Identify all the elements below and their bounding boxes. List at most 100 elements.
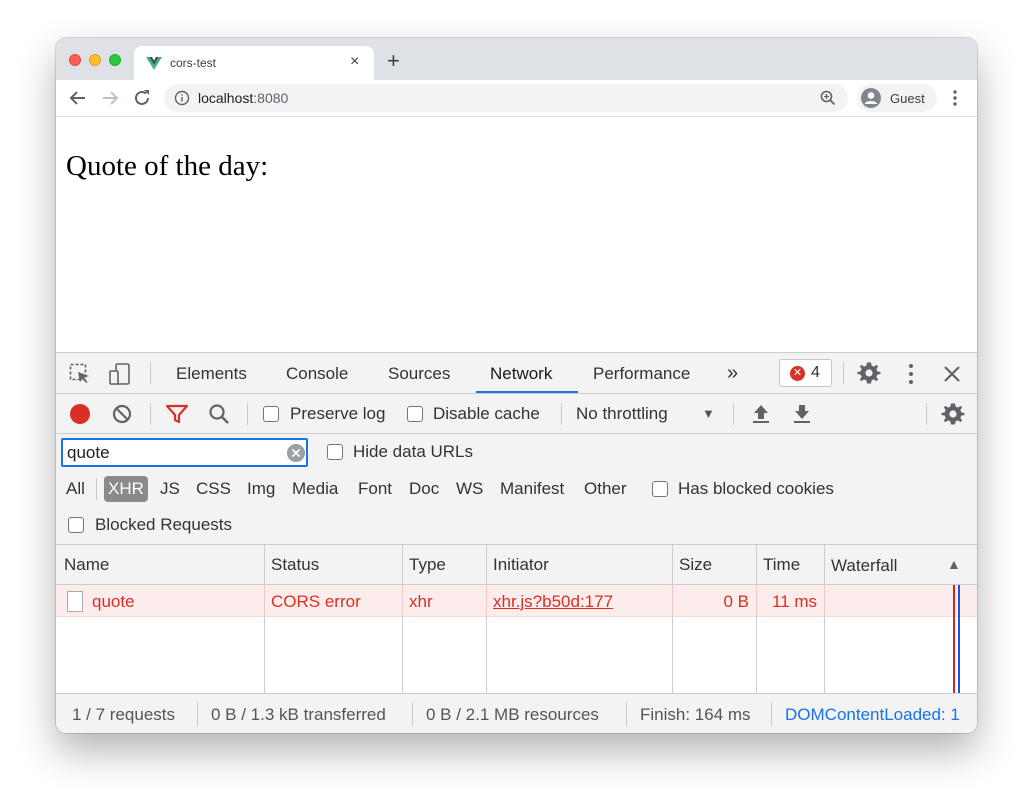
blocked-requests-label: Blocked Requests: [95, 515, 233, 534]
has-blocked-cookies-label: Has blocked cookies: [678, 479, 834, 498]
row-time: 11 ms: [771, 592, 817, 611]
hide-data-urls-label: Hide data URLs: [353, 442, 474, 461]
waterfall-load-marker: [953, 585, 955, 693]
column-status[interactable]: Status: [271, 555, 319, 575]
tab-close-icon[interactable]: ×: [350, 53, 359, 71]
browser-menu-icon[interactable]: [946, 89, 964, 107]
zoom-window-button[interactable]: [109, 54, 121, 66]
separator: [733, 403, 734, 425]
zoom-icon[interactable]: [819, 89, 837, 107]
waterfall-domcontentloaded-marker: [958, 585, 960, 693]
throttling-select[interactable]: No throttling: [576, 404, 668, 424]
column-time[interactable]: Time: [763, 555, 800, 575]
clear-filter-icon[interactable]: [287, 444, 305, 462]
minimize-window-button[interactable]: [89, 54, 101, 66]
clear-icon[interactable]: [110, 402, 134, 426]
new-tab-button[interactable]: +: [387, 50, 400, 72]
close-devtools-icon[interactable]: [940, 362, 964, 386]
record-button[interactable]: [70, 404, 90, 424]
column-size[interactable]: Size: [679, 555, 712, 575]
address-bar[interactable]: localhost:8080: [164, 84, 848, 112]
page-content: Quote of the day:: [56, 117, 977, 352]
blocked-requests-checkbox[interactable]: [68, 517, 84, 533]
column-initiator[interactable]: Initiator: [493, 555, 549, 575]
url-port: :8080: [253, 90, 289, 106]
hide-data-urls-checkbox[interactable]: [327, 444, 343, 460]
column-divider: [672, 545, 673, 693]
more-tabs-icon[interactable]: »: [727, 362, 738, 385]
row-size: 0 B: [723, 592, 749, 611]
type-filter-img[interactable]: Img: [247, 479, 275, 499]
inspect-element-icon[interactable]: [68, 362, 92, 386]
type-filter-all[interactable]: All: [66, 479, 85, 499]
import-har-icon[interactable]: [749, 402, 773, 426]
filter-icon[interactable]: [165, 402, 189, 426]
type-filter-ws[interactable]: WS: [456, 479, 483, 499]
column-divider: [756, 545, 757, 693]
column-divider: [486, 585, 487, 617]
type-filter-font[interactable]: Font: [358, 479, 392, 499]
back-arrow-icon[interactable]: [67, 87, 89, 109]
tab-network[interactable]: Network: [490, 364, 552, 384]
error-count: 4: [811, 364, 820, 381]
column-divider: [672, 585, 673, 617]
disable-cache-checkbox[interactable]: [407, 406, 423, 422]
preserve-log-label: Preserve log: [290, 404, 386, 423]
separator: [150, 362, 151, 384]
tab-console[interactable]: Console: [286, 364, 348, 384]
type-filter-js[interactable]: JS: [160, 479, 180, 499]
profile-label: Guest: [890, 91, 925, 106]
close-window-button[interactable]: [69, 54, 81, 66]
type-filter-css[interactable]: CSS: [196, 479, 231, 499]
export-har-icon[interactable]: [790, 402, 814, 426]
filter-field[interactable]: [61, 438, 308, 467]
column-divider: [824, 545, 825, 693]
tab-sources[interactable]: Sources: [388, 364, 450, 384]
type-filter-media[interactable]: Media: [292, 479, 338, 499]
reload-icon[interactable]: [131, 87, 153, 109]
row-status: CORS error: [271, 592, 361, 611]
has-blocked-cookies-checkbox[interactable]: [652, 481, 668, 497]
finish-time: Finish: 164 ms: [640, 705, 751, 724]
url-text: localhost:8080: [198, 90, 288, 106]
filter-input[interactable]: [67, 442, 277, 464]
column-divider: [402, 545, 403, 693]
error-count-badge[interactable]: ✕ 4: [779, 359, 832, 387]
type-filter-manifest[interactable]: Manifest: [500, 479, 564, 499]
info-icon[interactable]: [174, 90, 190, 106]
preserve-log-checkbox[interactable]: [263, 406, 279, 422]
sort-ascending-icon[interactable]: ▲: [947, 556, 961, 572]
tab-cors-test[interactable]: cors-test ×: [134, 46, 374, 80]
type-filter-other[interactable]: Other: [584, 479, 627, 499]
column-type[interactable]: Type: [409, 555, 446, 575]
settings-gear-icon[interactable]: [857, 361, 881, 385]
column-divider: [402, 585, 403, 617]
profile-button[interactable]: Guest: [857, 84, 937, 112]
forward-arrow-icon[interactable]: [99, 87, 121, 109]
tab-elements[interactable]: Elements: [176, 364, 247, 384]
network-settings-gear-icon[interactable]: [941, 402, 965, 426]
device-toolbar-icon[interactable]: [108, 362, 132, 386]
network-status-bar: 1 / 7 requests 0 B / 1.3 kB transferred …: [56, 693, 977, 733]
chevron-down-icon[interactable]: ▼: [702, 406, 715, 421]
type-filter-doc[interactable]: Doc: [409, 479, 439, 499]
separator: [197, 702, 198, 726]
column-divider: [824, 585, 825, 617]
row-initiator-link[interactable]: xhr.js?b50d:177: [493, 592, 613, 612]
column-divider: [264, 585, 265, 617]
column-divider: [756, 585, 757, 617]
devtools-menu-icon[interactable]: [899, 362, 923, 386]
filter-bar: Hide data URLs All XHR JS CSS Img Media …: [56, 434, 977, 545]
tab-performance[interactable]: Performance: [593, 364, 690, 384]
column-waterfall[interactable]: Waterfall: [831, 556, 897, 576]
transferred-size: 0 B / 1.3 kB transferred: [211, 705, 386, 724]
separator: [150, 403, 151, 425]
column-name[interactable]: Name: [64, 555, 109, 575]
type-filter-xhr[interactable]: XHR: [104, 476, 148, 502]
search-icon[interactable]: [207, 402, 231, 426]
table-row[interactable]: quote CORS error xhr xhr.js?b50d:177 0 B…: [56, 585, 977, 617]
vue-logo-icon: [146, 57, 162, 70]
row-name[interactable]: quote: [92, 592, 135, 612]
browser-toolbar: localhost:8080 Guest: [56, 80, 977, 117]
column-divider: [264, 545, 265, 693]
